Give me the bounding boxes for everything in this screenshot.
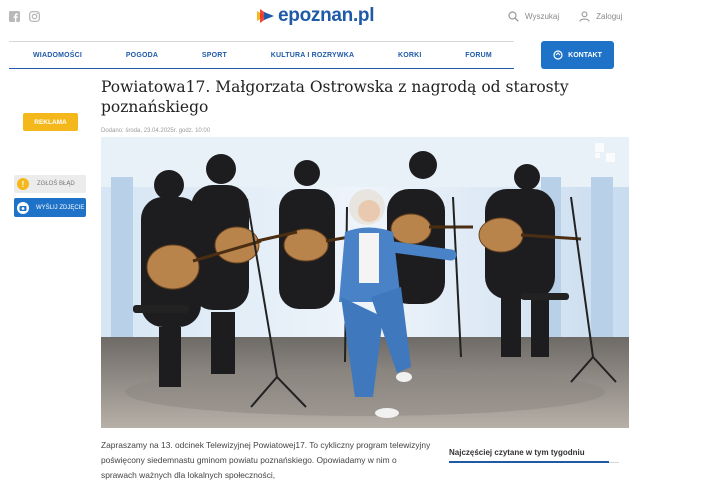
nav-item-forum[interactable]: FORUM xyxy=(465,52,492,59)
nav-item-wiadomosci[interactable]: WIADOMOŚCI xyxy=(33,52,82,59)
user-icon xyxy=(579,11,590,22)
login-label: Zaloguj xyxy=(596,12,623,21)
contact-button[interactable]: KONTAKT xyxy=(541,41,614,69)
logo-text: epoznan.pl xyxy=(278,5,375,26)
instagram-icon[interactable] xyxy=(29,11,40,22)
facebook-icon[interactable] xyxy=(9,11,20,22)
login-action[interactable]: Zaloguj xyxy=(579,11,622,22)
article-meta: Dodano: środa, 23.04.2025r. godz. 10:00 xyxy=(101,128,211,134)
social-links xyxy=(9,11,40,22)
nav-item-korki[interactable]: KORKI xyxy=(398,52,422,59)
report-error-label: ZGŁOŚ BŁĄD xyxy=(37,181,75,187)
logo-mark-icon xyxy=(257,9,274,23)
concert-photo-illustration xyxy=(101,137,629,428)
alert-icon: ! xyxy=(17,178,29,190)
contact-icon xyxy=(553,50,563,60)
most-read-heading: Najczęściej czytane w tym tygodniu xyxy=(449,448,619,463)
nav-item-pogoda[interactable]: POGODA xyxy=(126,52,158,59)
article-photo[interactable] xyxy=(101,137,629,428)
site-logo[interactable]: epoznan.pl xyxy=(256,5,375,27)
report-error-button[interactable]: ! ZGŁOŚ BŁĄD xyxy=(14,175,86,193)
camera-icon xyxy=(17,201,29,214)
nav-item-kultura[interactable]: KULTURA I ROZRYWKA xyxy=(271,52,354,59)
top-bar: epoznan.pl Wyszukaj Zaloguj xyxy=(0,0,720,36)
search-label: Wyszukaj xyxy=(525,12,560,21)
top-actions: Wyszukaj Zaloguj xyxy=(508,11,622,22)
nav-item-sport[interactable]: SPORT xyxy=(202,52,227,59)
main-nav: WIADOMOŚCI POGODA SPORT KULTURA I ROZRYW… xyxy=(9,41,514,69)
contact-label: KONTAKT xyxy=(568,51,602,59)
ad-badge[interactable]: REKLAMA xyxy=(23,113,78,131)
send-photo-label: WYŚLIJ ZDJĘCIE xyxy=(36,204,85,211)
article-body: Zapraszamy na 13. odcinek Telewizyjnej P… xyxy=(101,440,431,480)
search-icon xyxy=(508,11,519,22)
send-photo-button[interactable]: WYŚLIJ ZDJĘCIE xyxy=(14,198,86,217)
search-action[interactable]: Wyszukaj xyxy=(508,11,559,22)
article-title: Powiatowa17. Małgorzata Ostrowska z nagr… xyxy=(101,78,569,116)
